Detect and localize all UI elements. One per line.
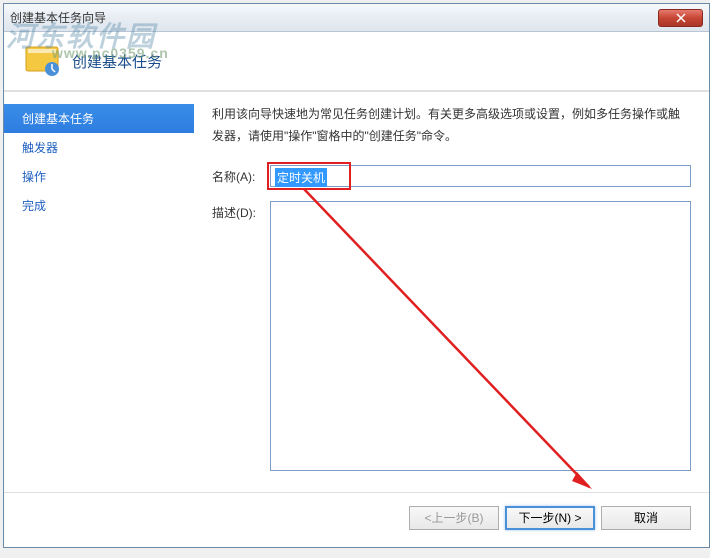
titlebar: 创建基本任务向导 xyxy=(4,4,709,32)
content-area: 创建基本任务 触发器 操作 完成 利用该向导快速地为常见任务创建计划。有关更多高… xyxy=(4,92,709,492)
name-input-value: 定时关机 xyxy=(275,168,327,187)
close-icon xyxy=(676,13,686,23)
footer: <上一步(B) 下一步(N) > 取消 xyxy=(4,492,709,542)
sidebar: 创建基本任务 触发器 操作 完成 xyxy=(4,92,194,492)
sidebar-item-create-basic-task[interactable]: 创建基本任务 xyxy=(4,104,194,133)
name-input[interactable]: 定时关机 xyxy=(270,165,691,187)
sidebar-item-trigger[interactable]: 触发器 xyxy=(4,133,194,162)
close-button[interactable] xyxy=(658,9,703,27)
wizard-icon xyxy=(24,43,60,79)
wizard-header: 创建基本任务 xyxy=(4,32,709,92)
wizard-title: 创建基本任务 xyxy=(72,51,162,72)
desc-label: 描述(D): xyxy=(212,201,270,221)
next-button[interactable]: 下一步(N) > xyxy=(505,506,595,530)
desc-row: 描述(D): xyxy=(212,201,691,471)
back-button: <上一步(B) xyxy=(409,506,499,530)
cancel-button[interactable]: 取消 xyxy=(601,506,691,530)
dialog-window: 创建基本任务向导 创建基本任务 创建基本任务 触发器 操作 完成 利用该向导快速… xyxy=(3,3,710,548)
sidebar-item-finish[interactable]: 完成 xyxy=(4,191,194,220)
name-row: 名称(A): 定时关机 xyxy=(212,165,691,187)
sidebar-item-action[interactable]: 操作 xyxy=(4,162,194,191)
name-label: 名称(A): xyxy=(212,165,270,185)
desc-textarea[interactable] xyxy=(270,201,691,471)
window-title: 创建基本任务向导 xyxy=(10,9,106,26)
main-panel: 利用该向导快速地为常见任务创建计划。有关更多高级选项或设置，例如多任务操作或触发… xyxy=(194,92,709,492)
intro-text: 利用该向导快速地为常见任务创建计划。有关更多高级选项或设置，例如多任务操作或触发… xyxy=(212,104,691,147)
